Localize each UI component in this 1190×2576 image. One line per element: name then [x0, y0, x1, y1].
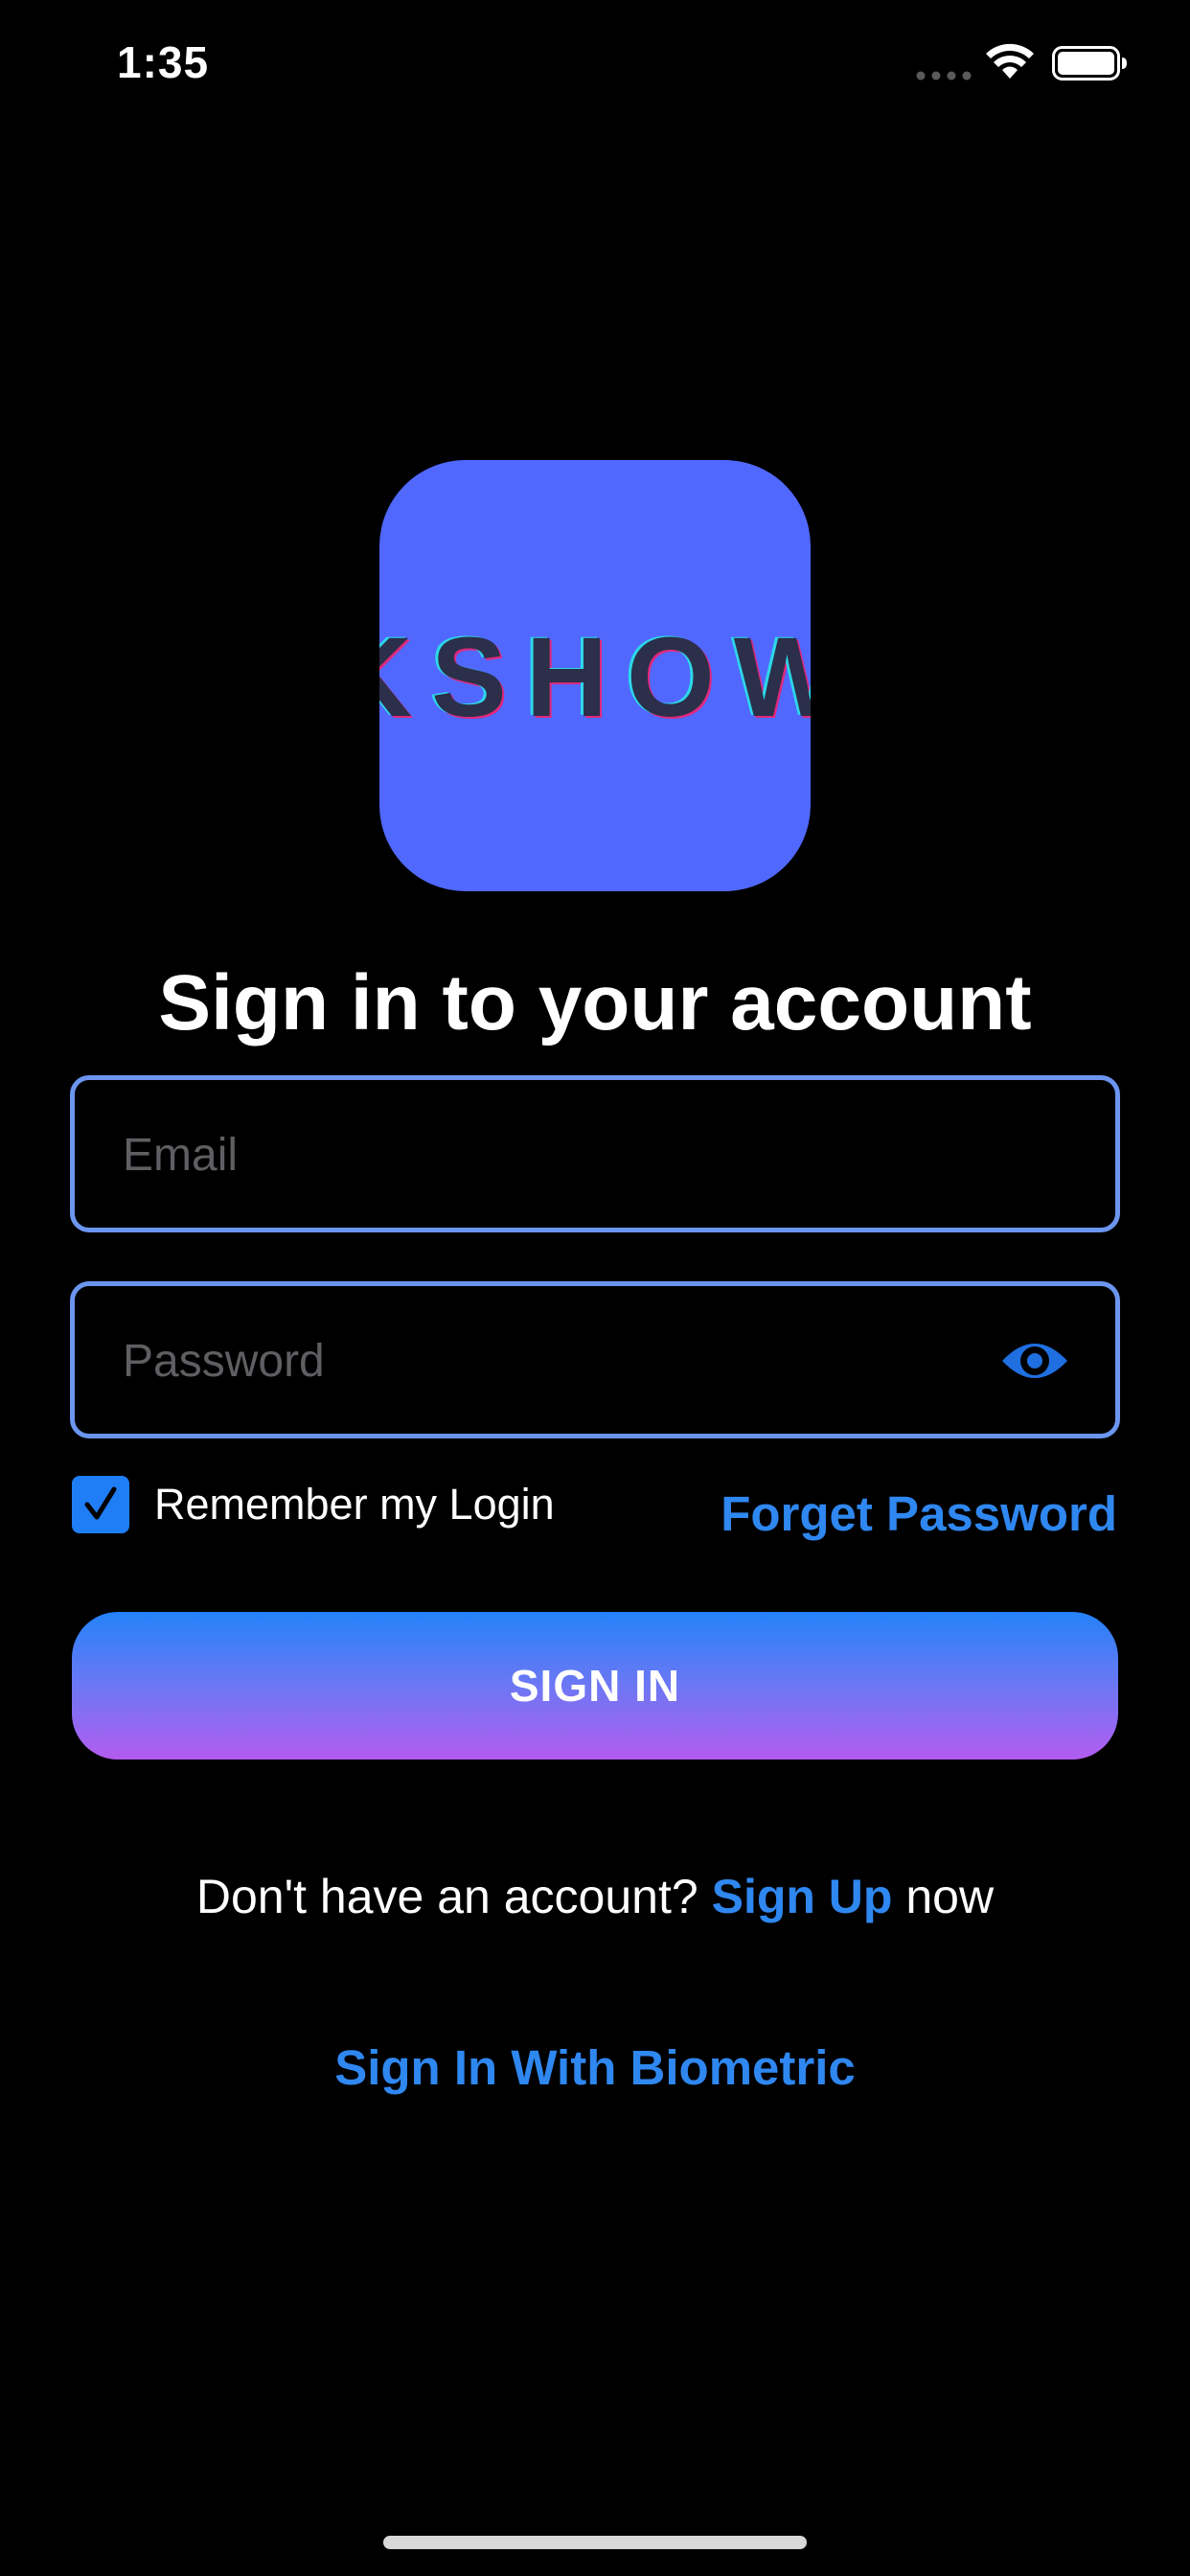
sign-in-button[interactable]: SIGN IN — [72, 1612, 1118, 1760]
password-field[interactable] — [70, 1281, 1120, 1438]
password-input[interactable] — [121, 1286, 987, 1436]
remember-checkbox[interactable] — [72, 1476, 129, 1533]
biometric-label[interactable]: Sign In With Biometric — [334, 2040, 856, 2095]
remember-login-toggle[interactable]: Remember my Login — [72, 1476, 555, 1533]
signup-suffix: now — [905, 1870, 995, 1923]
battery-icon — [1052, 46, 1127, 80]
remember-label: Remember my Login — [154, 1480, 555, 1529]
checkmark-icon — [84, 1486, 117, 1520]
signup-prefix: Don't have an account? — [195, 1870, 698, 1923]
wifi-icon — [986, 43, 1034, 79]
cellular-signal-icon — [916, 71, 972, 80]
status-time: 1:35 — [117, 37, 210, 87]
email-input[interactable] — [121, 1080, 987, 1230]
forget-password-link[interactable]: Forget Password — [721, 1485, 1117, 1542]
home-indicator — [383, 2536, 807, 2549]
sign-up-link[interactable]: Sign Up — [712, 1870, 893, 1923]
biometric-sign-in-link[interactable]: Sign In With Biometric — [0, 2039, 1190, 2096]
email-field[interactable] — [70, 1075, 1120, 1232]
kshow-logo-mark: KSHOW KSHOW KSHOW — [379, 613, 811, 743]
logo-text: KSHOW — [379, 614, 811, 741]
page-title: Sign in to your account — [158, 959, 1032, 1046]
eye-icon[interactable] — [1000, 1332, 1069, 1390]
app-logo: KSHOW KSHOW KSHOW — [379, 460, 811, 891]
status-bar: 1:35 — [0, 0, 1190, 134]
signup-prompt: Don't have an account? Sign Up now — [0, 1869, 1190, 1924]
sign-in-label: SIGN IN — [509, 1661, 681, 1711]
